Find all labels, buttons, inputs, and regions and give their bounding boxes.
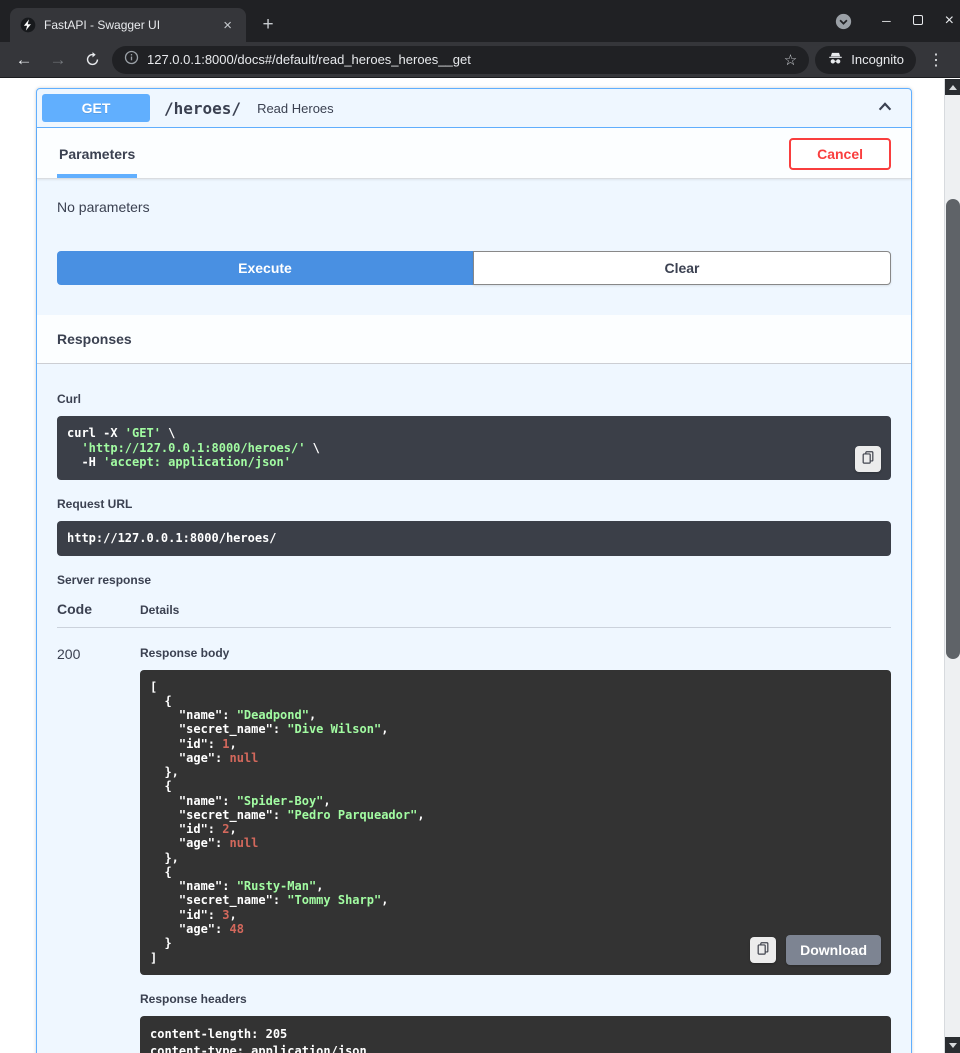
browser-toolbar: ← → 127.0.0.1:8000/docs#/default/read_he… [0, 42, 960, 78]
curl-label: Curl [57, 392, 891, 406]
cancel-button[interactable]: Cancel [789, 138, 891, 170]
execute-button[interactable]: Execute [57, 251, 473, 285]
responses-section-header: Responses [37, 315, 911, 364]
page-content: GET /heroes/ Read Heroes Parameters Canc… [0, 79, 944, 1053]
window-controls: ─ × [835, 0, 954, 42]
request-url-block: http://127.0.0.1:8000/heroes/ [57, 521, 891, 556]
request-url-label: Request URL [57, 497, 891, 511]
copy-curl-button[interactable] [855, 446, 881, 472]
copy-response-button[interactable] [750, 937, 776, 963]
code-column-header: Code [57, 601, 140, 617]
server-response-table: Code Details 200 Response body [ { "name… [57, 601, 891, 1053]
response-table-header: Code Details [57, 601, 891, 628]
new-tab-button[interactable]: + [254, 11, 282, 39]
url-bar[interactable]: 127.0.0.1:8000/docs#/default/read_heroes… [112, 46, 809, 74]
status-code: 200 [57, 646, 140, 1053]
request-url-text: http://127.0.0.1:8000/heroes/ [67, 531, 881, 546]
chevron-up-icon[interactable] [876, 96, 906, 121]
curl-command-text: curl -X 'GET' \ 'http://127.0.0.1:8000/h… [67, 426, 881, 470]
response-headers-text: content-length: 205 content-type: applic… [150, 1026, 881, 1053]
forward-icon[interactable]: → [44, 46, 72, 74]
response-body-controls: Download [750, 935, 881, 965]
curl-command-block: curl -X 'GET' \ 'http://127.0.0.1:8000/h… [57, 416, 891, 480]
responses-body: Curl curl -X 'GET' \ 'http://127.0.0.1:8… [37, 364, 911, 1053]
incognito-label: Incognito [851, 52, 904, 67]
parameters-title: Parameters [59, 146, 135, 162]
method-badge: GET [42, 94, 150, 122]
scroll-up-icon[interactable] [945, 79, 960, 95]
operation-summary: Read Heroes [257, 101, 334, 116]
response-headers-label: Response headers [140, 992, 891, 1006]
parameters-section-header: Parameters Cancel [37, 128, 911, 179]
response-body-label: Response body [140, 646, 891, 660]
operation-path: /heroes/ [164, 99, 241, 118]
browser-tab[interactable]: FastAPI - Swagger UI × [10, 8, 246, 42]
maximize-button[interactable] [913, 12, 923, 30]
server-response-label: Server response [57, 573, 891, 587]
maximize-icon [913, 15, 923, 25]
incognito-icon [827, 50, 844, 70]
response-body-block: [ { "name": "Deadpond", "secret_name": "… [140, 670, 891, 975]
clipboard-icon [756, 941, 770, 958]
tab-strip: FastAPI - Swagger UI × + ─ × [0, 0, 960, 42]
tab-search-icon[interactable] [835, 13, 852, 30]
clipboard-icon [861, 450, 875, 467]
screen: { "browser": { "tab_title": "FastAPI - S… [0, 0, 960, 1053]
response-details: Response body [ { "name": "Deadpond", "s… [140, 646, 891, 1053]
tab-parameters: Parameters [57, 140, 137, 178]
close-window-button[interactable]: × [945, 12, 954, 30]
star-icon[interactable]: ☆ [784, 51, 797, 69]
scrollbar-thumb[interactable] [946, 199, 960, 659]
scroll-down-icon[interactable] [945, 1037, 960, 1053]
response-body-text: [ { "name": "Deadpond", "secret_name": "… [150, 680, 881, 965]
minimize-button[interactable]: ─ [882, 14, 891, 28]
opblock-get-heroes: GET /heroes/ Read Heroes Parameters Canc… [36, 88, 912, 1053]
back-icon[interactable]: ← [10, 46, 38, 74]
scrollbar[interactable] [944, 79, 960, 1053]
url-text: 127.0.0.1:8000/docs#/default/read_heroes… [147, 52, 776, 67]
opblock-summary[interactable]: GET /heroes/ Read Heroes [37, 89, 911, 128]
download-button[interactable]: Download [786, 935, 881, 965]
incognito-badge: Incognito [815, 46, 916, 74]
clear-button[interactable]: Clear [473, 251, 891, 285]
tab-title: FastAPI - Swagger UI [44, 18, 211, 32]
refresh-icon[interactable] [78, 46, 106, 74]
details-column-header: Details [140, 603, 891, 617]
fastapi-logo-icon [20, 17, 36, 33]
response-row-200: 200 Response body [ { "name": "Deadpond"… [57, 628, 891, 1053]
no-parameters-text: No parameters [37, 179, 911, 249]
responses-title: Responses [57, 331, 132, 347]
tab-close-icon[interactable]: × [219, 16, 236, 35]
execute-row: Execute Clear [37, 249, 911, 315]
response-headers-block: content-length: 205 content-type: applic… [140, 1016, 891, 1053]
menu-icon[interactable]: ⋮ [922, 50, 950, 70]
opblock-body: Parameters Cancel No parameters Execute … [37, 128, 911, 1053]
info-icon[interactable] [124, 50, 139, 70]
